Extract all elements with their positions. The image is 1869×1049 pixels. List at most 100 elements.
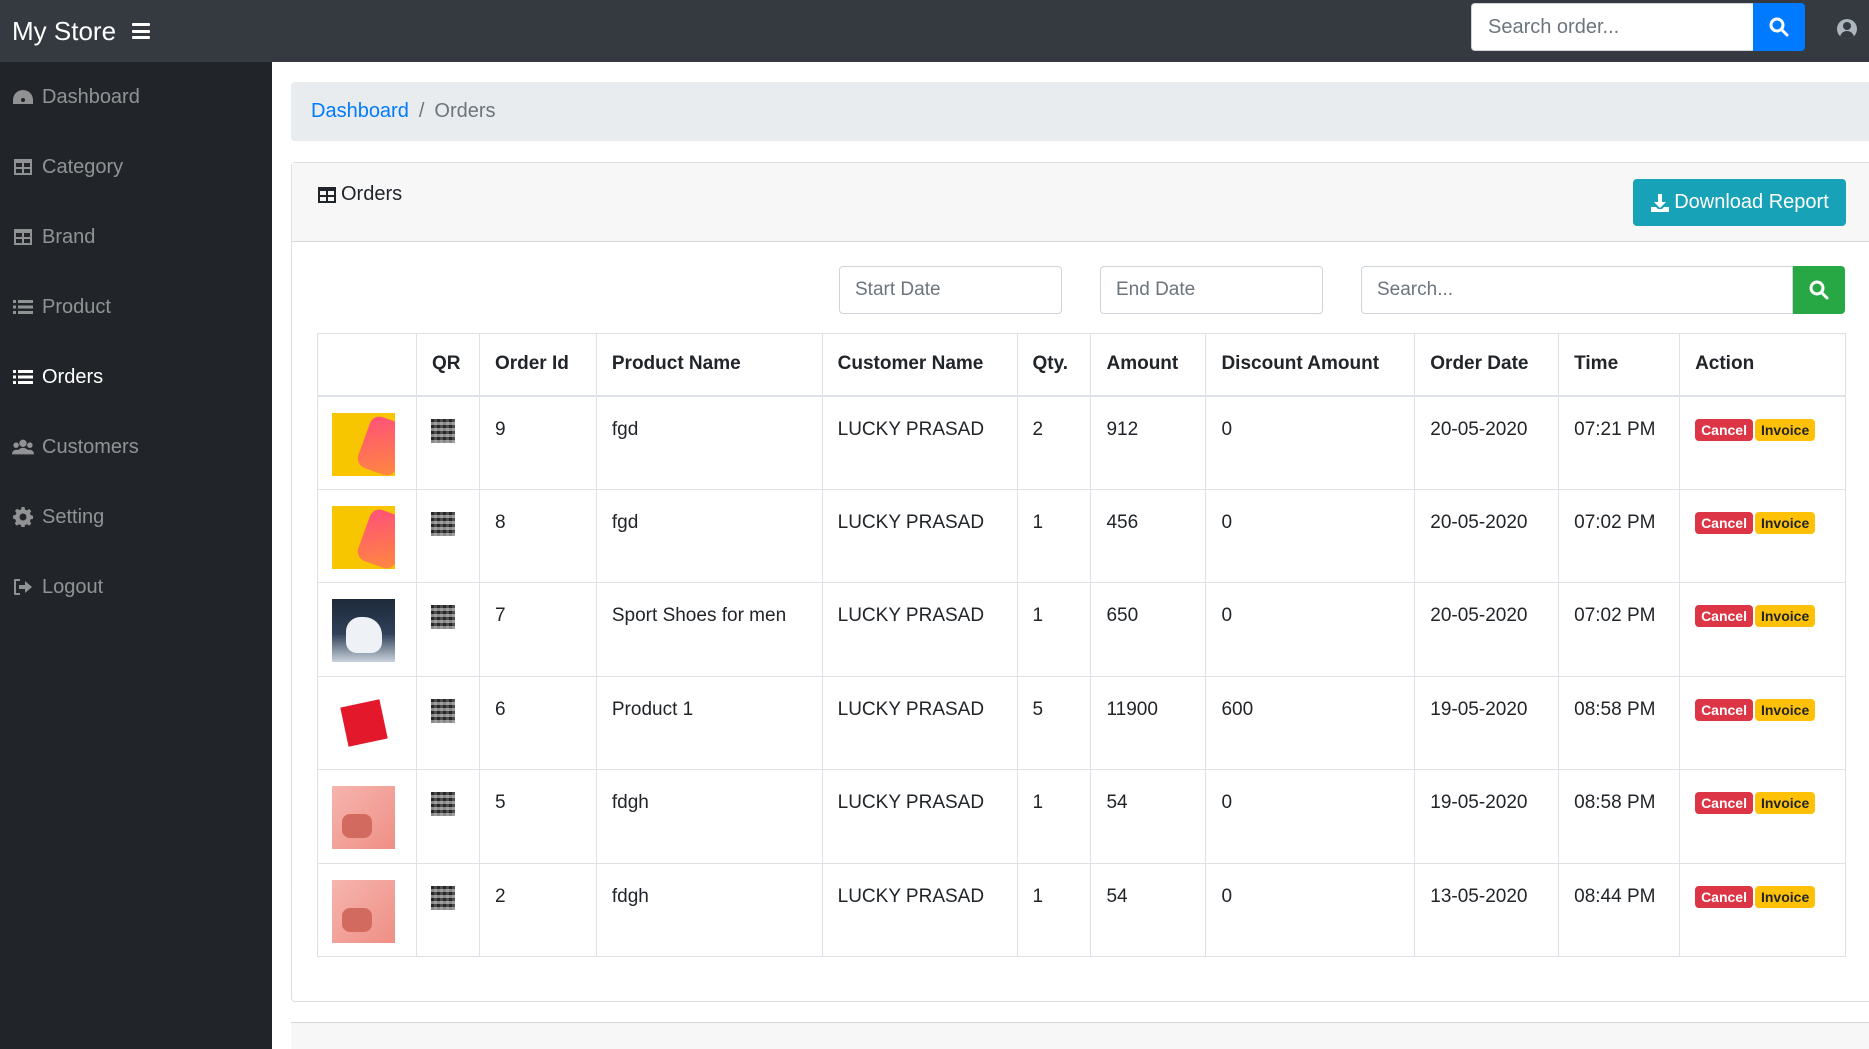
product-name-cell: Sport Shoes for men — [595, 582, 823, 677]
order-id-cell: 5 — [478, 769, 597, 864]
qr-code-icon[interactable] — [430, 511, 455, 536]
breadcrumb-current: Orders — [434, 100, 496, 122]
orders-table: QR Order Id Product Name Customer Name Q… — [317, 333, 1846, 957]
column-header: Qty. — [1016, 333, 1092, 397]
column-header: Action — [1679, 333, 1846, 397]
download-report-button[interactable]: Download Report — [1633, 179, 1846, 226]
qr-code-icon[interactable] — [430, 698, 455, 723]
discount-cell: 600 — [1205, 675, 1416, 770]
product-name-cell: fgd — [595, 488, 823, 583]
breadcrumb-dashboard-link[interactable]: Dashboard — [311, 100, 409, 123]
qr-code-icon[interactable] — [430, 418, 455, 443]
sidebar-item-setting[interactable]: Setting — [0, 482, 272, 552]
sidebar-item-category[interactable]: Category — [0, 132, 272, 202]
qr-code-icon[interactable] — [430, 885, 455, 910]
breadcrumb-separator: / — [418, 100, 425, 122]
product-thumbnail — [332, 879, 395, 943]
product-thumbnail — [332, 786, 395, 849]
qty-cell: 5 — [1016, 675, 1092, 770]
card-title: Orders — [317, 183, 402, 206]
qty-cell: 2 — [1016, 395, 1092, 490]
sidebar-item-dashboard[interactable]: Dashboard — [0, 62, 272, 132]
breadcrumb: Dashboard / Orders — [291, 82, 1869, 141]
customer-name-cell: LUCKY PRASAD — [821, 769, 1018, 864]
start-date-input[interactable] — [839, 266, 1062, 314]
amount-cell: 54 — [1090, 862, 1207, 957]
list-icon — [13, 300, 33, 314]
product-name-cell: Product 1 — [595, 675, 823, 770]
cancel-button[interactable]: Cancel — [1695, 605, 1753, 627]
qty-cell: 1 — [1016, 862, 1092, 957]
table-search-input[interactable] — [1361, 266, 1793, 314]
action-cell: Cancel Invoice — [1679, 862, 1846, 957]
cancel-button[interactable]: Cancel — [1695, 698, 1753, 721]
order-date-cell: 20-05-2020 — [1414, 488, 1560, 583]
product-name-cell: fdgh — [595, 769, 823, 864]
download-icon — [1651, 193, 1670, 212]
download-report-label: Download Report — [1674, 191, 1829, 213]
column-header: Order Id — [478, 333, 597, 397]
navbar-search — [1471, 3, 1805, 51]
qty-cell: 1 — [1016, 488, 1092, 583]
cancel-button[interactable]: Cancel — [1695, 418, 1753, 441]
invoice-button[interactable]: Invoice — [1754, 885, 1816, 908]
qr-code-icon[interactable] — [430, 792, 455, 816]
sidebar-item-orders[interactable]: Orders — [0, 342, 272, 412]
gear-icon — [13, 507, 33, 527]
sidebar-item-label: Brand — [42, 225, 96, 248]
invoice-button[interactable]: Invoice — [1754, 511, 1816, 534]
column-header: Amount — [1090, 333, 1207, 397]
action-cell: Cancel Invoice — [1679, 488, 1846, 583]
amount-cell: 11900 — [1090, 675, 1207, 770]
table-row: 5 fdgh LUCKY PRASAD 1 54 0 19-05-2020 08… — [317, 769, 1846, 864]
sidebar-item-brand[interactable]: Brand — [0, 202, 272, 272]
sidebar-item-label: Setting — [42, 505, 105, 528]
sidebar-item-logout[interactable]: Logout — [0, 552, 272, 622]
table-row: 7 Sport Shoes for men LUCKY PRASAD 1 650… — [317, 582, 1846, 677]
qty-cell: 1 — [1016, 582, 1092, 677]
cancel-button[interactable]: Cancel — [1695, 792, 1753, 814]
sidebar-item-label: Dashboard — [42, 85, 140, 108]
qr-code-icon[interactable] — [430, 605, 455, 629]
sidebar-item-customers[interactable]: Customers — [0, 412, 272, 482]
card-header: Orders Download Report — [292, 163, 1869, 242]
amount-cell: 912 — [1090, 395, 1207, 490]
order-id-cell: 8 — [478, 488, 597, 583]
order-id-cell: 9 — [478, 395, 597, 490]
users-icon — [12, 439, 34, 455]
invoice-button[interactable]: Invoice — [1754, 698, 1816, 721]
sidebar-item-label: Logout — [42, 575, 104, 598]
orders-card: Orders Download Report QR Order Id Produ… — [291, 162, 1869, 1002]
action-cell: Cancel Invoice — [1679, 582, 1846, 677]
brand-title[interactable]: My Store — [12, 16, 116, 47]
sidebar-item-label: Customers — [42, 435, 139, 458]
product-thumbnail — [332, 599, 395, 662]
customer-name-cell: LUCKY PRASAD — [821, 675, 1018, 770]
table-icon — [318, 186, 336, 203]
top-navbar: My Store — [0, 0, 1869, 62]
discount-cell: 0 — [1205, 395, 1416, 490]
customer-name-cell: LUCKY PRASAD — [821, 862, 1018, 957]
action-cell: Cancel Invoice — [1679, 675, 1846, 770]
invoice-button[interactable]: Invoice — [1754, 792, 1816, 814]
column-header: Product Name — [595, 333, 823, 397]
cancel-button[interactable]: Cancel — [1695, 511, 1753, 534]
order-search-button[interactable] — [1753, 3, 1805, 51]
discount-cell: 0 — [1205, 582, 1416, 677]
table-row: 9 fgd LUCKY PRASAD 2 912 0 20-05-2020 07… — [317, 395, 1846, 490]
table-search-button[interactable] — [1793, 266, 1845, 314]
cancel-button[interactable]: Cancel — [1695, 885, 1753, 908]
amount-cell: 54 — [1090, 769, 1207, 864]
sidebar-item-product[interactable]: Product — [0, 272, 272, 342]
invoice-button[interactable]: Invoice — [1754, 418, 1816, 441]
column-header: Discount Amount — [1205, 333, 1416, 397]
sidebar-toggle-icon[interactable] — [132, 23, 151, 39]
user-icon[interactable] — [1837, 19, 1857, 39]
column-header — [317, 333, 417, 397]
invoice-button[interactable]: Invoice — [1754, 605, 1816, 627]
end-date-input[interactable] — [1100, 266, 1323, 314]
time-cell: 07:02 PM — [1558, 488, 1681, 583]
order-search-input[interactable] — [1471, 3, 1753, 51]
discount-cell: 0 — [1205, 488, 1416, 583]
search-icon — [1809, 280, 1829, 300]
